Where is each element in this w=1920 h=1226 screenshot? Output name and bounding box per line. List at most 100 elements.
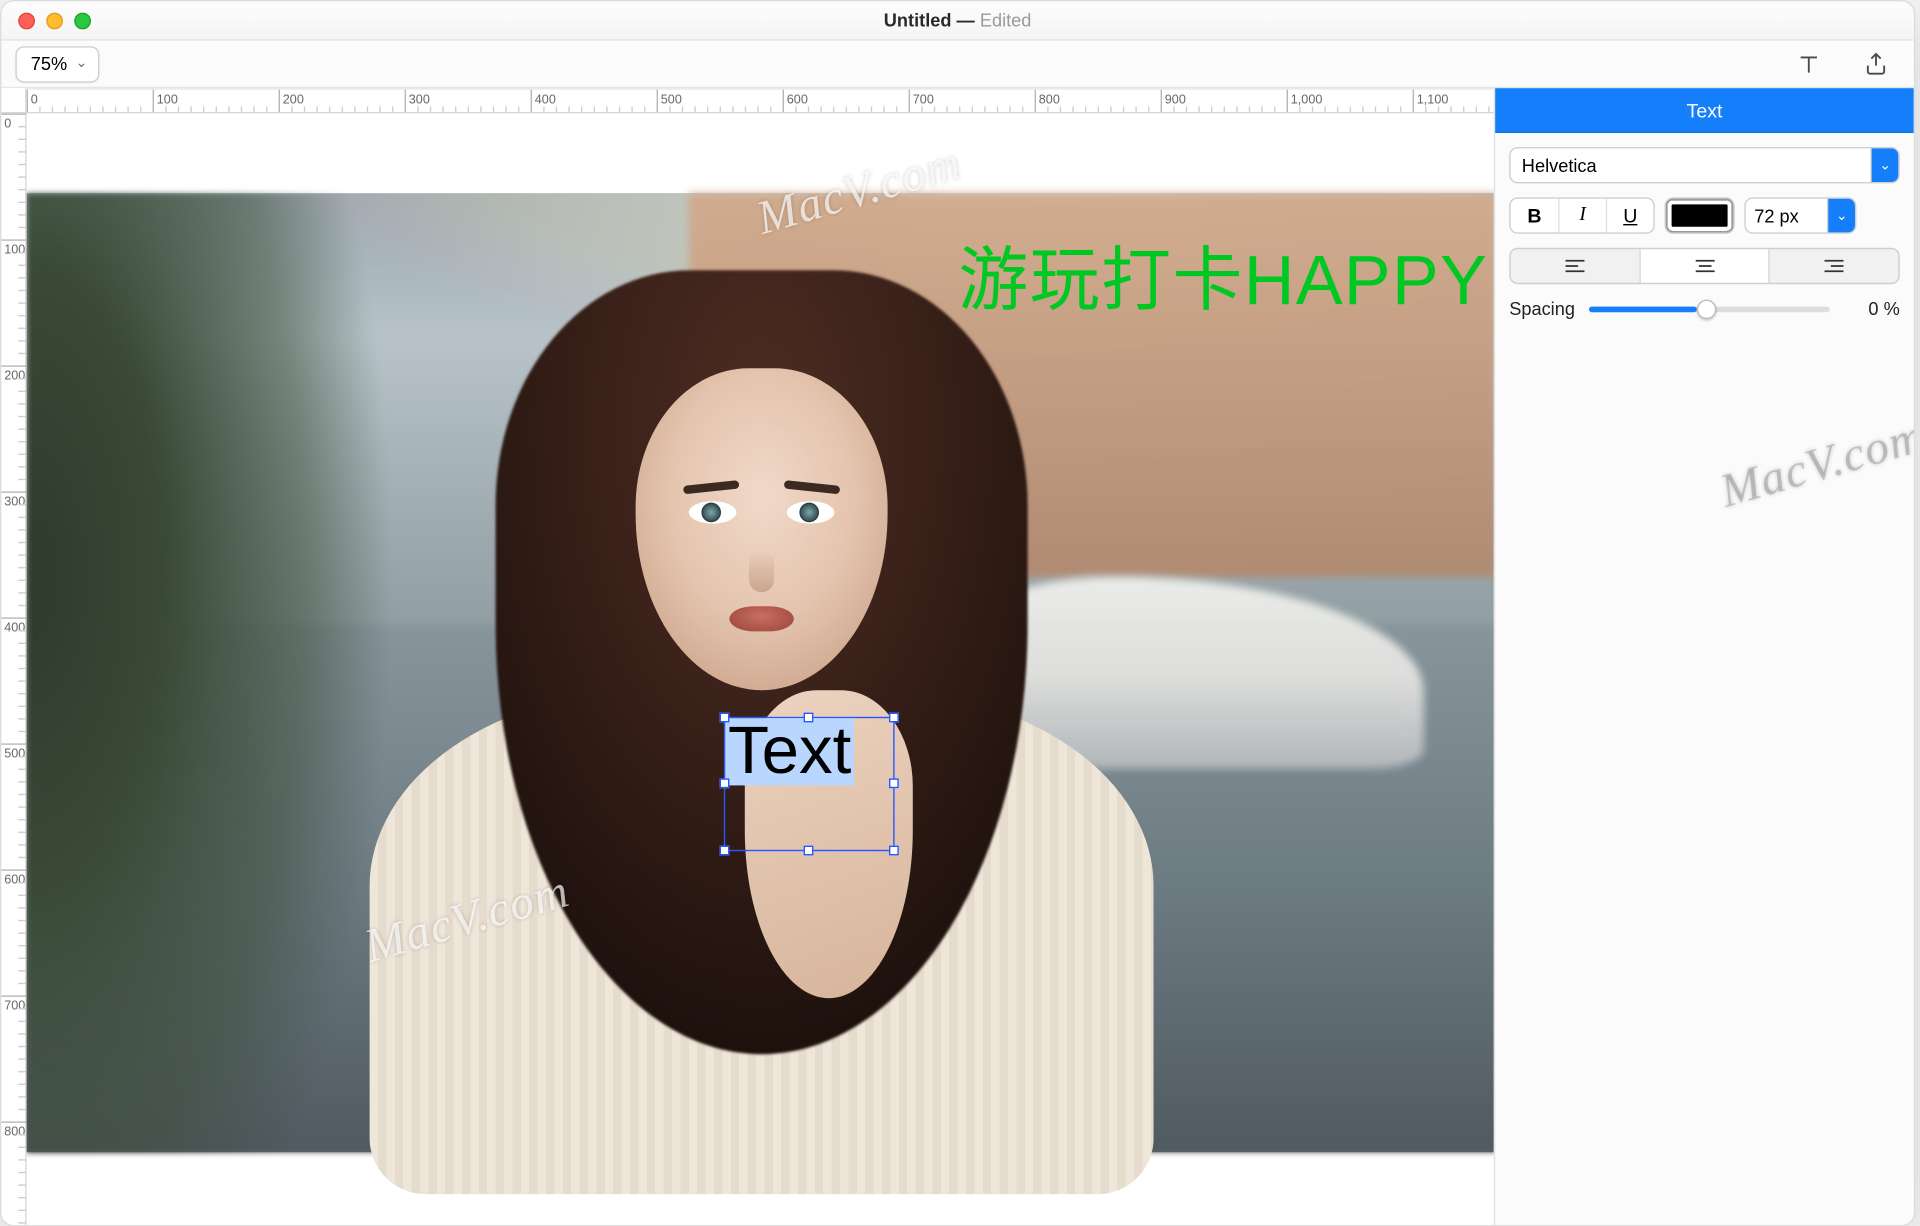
ruler-tick-minor [18, 819, 26, 820]
ruler-tick-minor [291, 106, 292, 113]
ruler-tick-minor [127, 106, 128, 113]
ruler-tick-minor [568, 106, 569, 113]
ruler-tick-minor [18, 731, 26, 732]
resize-handle-top-left[interactable] [720, 713, 730, 723]
italic-button[interactable]: I [1558, 199, 1606, 233]
ruler-tick-minor [1261, 106, 1262, 113]
resize-handle-mid-right[interactable] [889, 778, 899, 788]
ruler-tick-minor [18, 290, 26, 291]
align-left-button[interactable] [1511, 249, 1639, 283]
ruler-tick-minor [1249, 106, 1250, 113]
ruler-tick-minor [732, 106, 733, 113]
ruler-tick-minor [304, 106, 305, 113]
ruler-tick-minor [18, 176, 26, 177]
ruler-tick-minor [1476, 106, 1477, 113]
ruler-tick-minor [266, 106, 267, 113]
text-box-content[interactable]: Text [725, 718, 854, 785]
titlebar: Untitled — Edited [1, 1, 1913, 40]
slider-thumb[interactable] [1697, 299, 1717, 319]
ruler-tick [531, 90, 532, 114]
minimize-window-button[interactable] [46, 12, 63, 29]
ruler-tick-minor [18, 718, 26, 719]
align-right-button[interactable] [1769, 249, 1899, 283]
ruler-tick-minor [669, 106, 670, 113]
font-size-select[interactable]: ⌄ [1744, 197, 1856, 233]
ruler-vertical: 0100200300400500600700800 [1, 113, 26, 1225]
ruler-tick-minor [18, 643, 26, 644]
ruler-tick-minor [115, 106, 116, 113]
font-color-swatch[interactable] [1666, 199, 1733, 233]
ruler-tick-minor [18, 945, 26, 946]
ruler-tick-minor [18, 693, 26, 694]
ruler-tick-minor [720, 106, 721, 113]
ruler-tick [405, 90, 406, 114]
text-icon [1795, 50, 1823, 78]
dropdown-icon[interactable]: ⌄ [1827, 197, 1855, 233]
ruler-tick-minor [18, 353, 26, 354]
align-center-button[interactable] [1639, 249, 1769, 283]
ruler-tick-minor [18, 151, 26, 152]
ruler-label: 900 [1165, 92, 1186, 106]
ruler-tick-minor [379, 106, 380, 113]
text-box-selection[interactable]: Text [724, 717, 895, 851]
canvas-overlay-text[interactable]: 游玩打卡HAPPY [958, 224, 1488, 325]
resize-handle-bottom-right[interactable] [889, 846, 899, 856]
resize-handle-bottom-mid[interactable] [804, 846, 814, 856]
slider-fill [1589, 306, 1697, 312]
inspector-sidebar: Text ⌄ B I U ⌄ [1494, 88, 1914, 1225]
zoom-window-button[interactable] [74, 12, 91, 29]
ruler-tick-minor [18, 806, 26, 807]
ruler-tick [1, 491, 26, 492]
ruler-tick-minor [18, 592, 26, 593]
ruler-tick-minor [39, 106, 40, 113]
inspector-tab-text[interactable]: Text [1495, 88, 1914, 133]
ruler-tick-minor [18, 252, 26, 253]
ruler-tick-minor [18, 794, 26, 795]
close-window-button[interactable] [18, 12, 35, 29]
underline-button[interactable]: U [1606, 199, 1654, 233]
ruler-tick-minor [241, 106, 242, 113]
ruler-tick-minor [178, 106, 179, 113]
ruler-tick-minor [18, 139, 26, 140]
ruler-tick-minor [1148, 106, 1149, 113]
ruler-tick [1, 1121, 26, 1122]
ruler-tick-minor [984, 106, 985, 113]
font-size-input[interactable] [1746, 205, 1827, 226]
spacing-slider[interactable] [1589, 306, 1830, 312]
ruler-tick-minor [1387, 106, 1388, 113]
resize-handle-mid-left[interactable] [720, 778, 730, 788]
ruler-tick-minor [631, 106, 632, 113]
ruler-tick-minor [18, 1159, 26, 1160]
ruler-tick-minor [18, 378, 26, 379]
ruler-tick-minor [18, 542, 26, 543]
resize-handle-bottom-left[interactable] [720, 846, 730, 856]
resize-handle-top-right[interactable] [889, 713, 899, 723]
ruler-tick-minor [757, 106, 758, 113]
ruler-tick-minor [694, 106, 695, 113]
text-tool-button[interactable] [1793, 48, 1824, 79]
dropdown-icon[interactable]: ⌄ [1870, 147, 1898, 183]
share-button[interactable] [1861, 48, 1892, 79]
font-style-group: B I U [1509, 197, 1655, 233]
ruler-label: 1,000 [1291, 92, 1323, 106]
ruler-label: 600 [4, 872, 25, 886]
font-family-input[interactable] [1511, 155, 1871, 176]
ruler-tick-minor [90, 106, 91, 113]
font-family-select[interactable]: ⌄ [1509, 147, 1900, 183]
ruler-tick-minor [997, 106, 998, 113]
document-title: Untitled [884, 10, 952, 31]
canvas-image[interactable]: 游玩打卡HAPPY MacV.com MacV.com MacV.com Tex… [27, 193, 1494, 1152]
ruler-tick-minor [18, 655, 26, 656]
ruler-label: 400 [535, 92, 556, 106]
zoom-select[interactable]: 75% ⌄ [15, 46, 100, 82]
ruler-label: 400 [4, 620, 25, 634]
ruler-label: 700 [4, 998, 25, 1012]
ruler-tick-minor [644, 106, 645, 113]
ruler-tick-minor [18, 958, 26, 959]
ruler-tick-minor [18, 428, 26, 429]
resize-handle-top-mid[interactable] [804, 713, 814, 723]
bold-button[interactable]: B [1511, 199, 1559, 233]
canvas-viewport[interactable]: 游玩打卡HAPPY MacV.com MacV.com MacV.com Tex… [27, 113, 1494, 1225]
ruler-tick-minor [493, 106, 494, 113]
ruler-tick-minor [367, 106, 368, 113]
